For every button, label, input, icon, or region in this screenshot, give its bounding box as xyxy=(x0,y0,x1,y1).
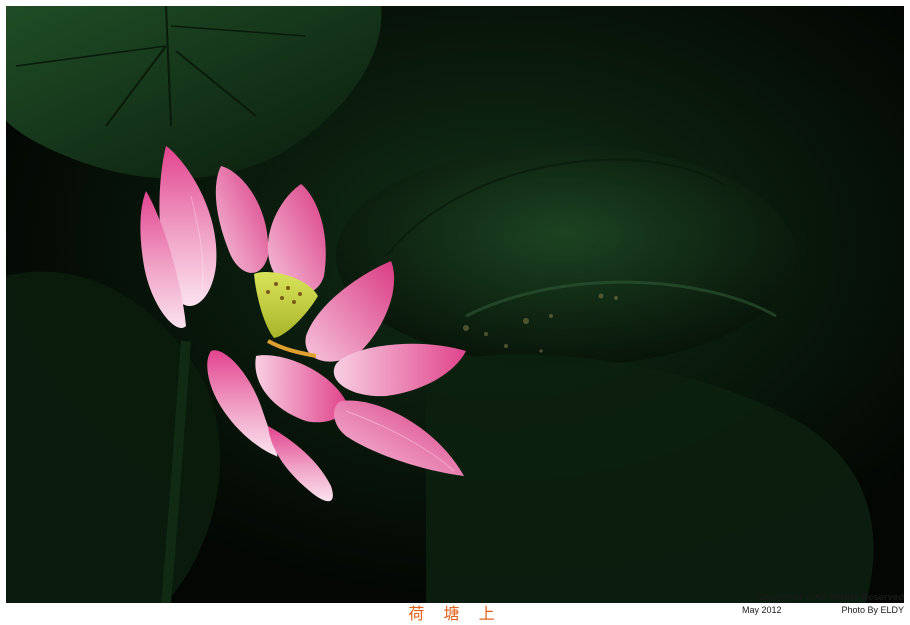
photo-credit: Photo By ELDY xyxy=(841,605,904,615)
lotus-leaf-right xyxy=(336,146,796,366)
photo-date: May 2012 xyxy=(742,605,782,615)
lotus-photo xyxy=(6,6,904,603)
copyright-notice: Copyright © All Rights Reserved xyxy=(757,592,904,603)
lotus-scene xyxy=(6,6,904,603)
